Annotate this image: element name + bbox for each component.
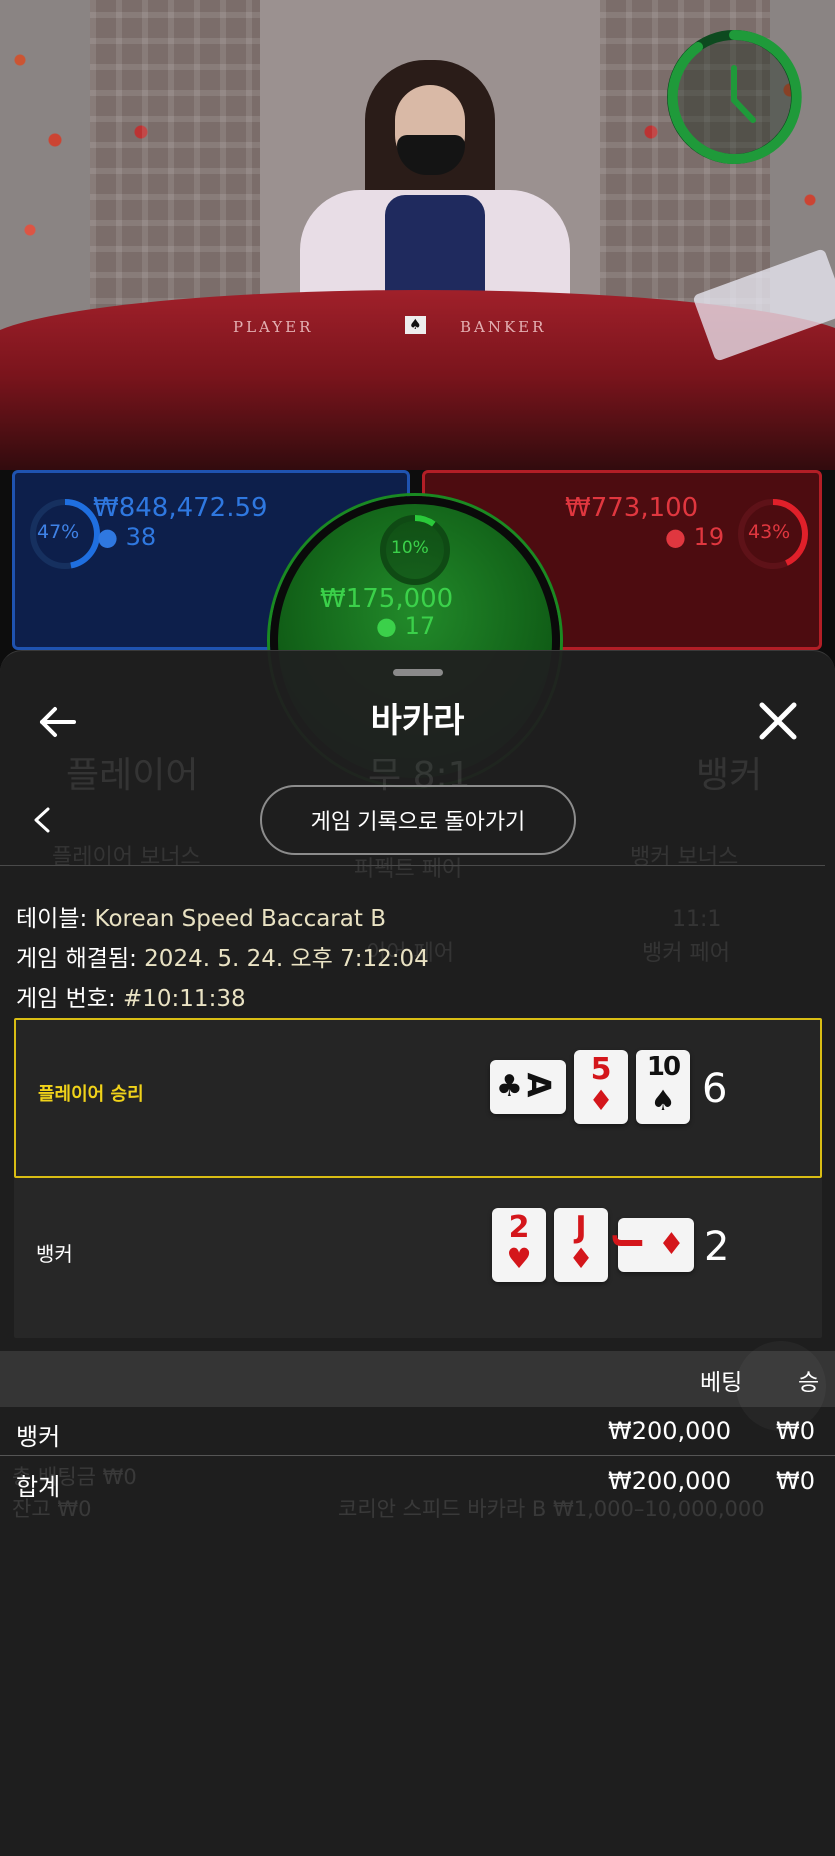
player-card-3: 10 ♠ [636,1050,690,1124]
app-root: PLAYER ♠ BANKER 47% ₩848,472.59 ● 38 43%… [0,0,835,1856]
drag-handle[interactable] [393,669,443,676]
diamond-suit-icon: ♦ [568,1242,594,1275]
felt-player-text: PLAYER [233,318,314,336]
person-icon: ● [97,523,118,551]
lattice-screen-left [90,0,260,330]
banker-score: 2 [704,1224,730,1270]
table-info: 테이블: Korean Speed Baccarat B [16,899,386,933]
banker-result: 뱅커 2 ♥ J ♦ J ♦ 2 [14,1178,822,1338]
banker-pot-amount: ₩773,100 [565,493,699,523]
bg-total-bet: 총 배팅금 ₩0 [12,1465,137,1489]
bg-player-label: 플레이어 [66,755,199,796]
person-icon: ● [665,523,686,551]
bets-row-bet: ₩200,000 [608,1467,731,1495]
player-card-2-rank: 5 [590,1052,612,1087]
game-number-label: 게임 번호: [16,986,124,1012]
bets-row-label: 뱅커 [16,1423,61,1451]
resolved-info-label: 게임 해결됨: [16,946,145,972]
diamond-suit-icon: ♦ [588,1084,614,1117]
player-pot-count: 38 [125,523,157,551]
tie-percent: 10% [391,538,429,558]
bg-perfect-pair: 퍼펙트 페어 [354,857,463,882]
bg-table-limits: 코리안 스피드 바카라 B ₩1,000–10,000,000 [338,1497,765,1521]
resolved-info: 게임 해결됨: 2024. 5. 24. 오후 7:12:04 [16,939,429,973]
bg-banker-label: 뱅커 [696,755,763,796]
person-icon: ● [376,612,397,640]
close-icon[interactable] [756,699,800,743]
player-card-1: ♣ A [490,1060,566,1114]
bg-banker-bonus: 뱅커 보너스 [630,845,739,870]
bg-balance: 잔고 ₩0 [12,1497,92,1521]
player-pot-amount: ₩848,472.59 [93,493,268,523]
bets-row-win: ₩0 [776,1467,815,1495]
felt-card-icon: ♠ [405,316,426,334]
tie-pot-amount: ₩175,000 [320,584,454,614]
banker-card-2-rank: J [575,1210,587,1245]
tie-pot-count-wrap: ● 17 [376,612,435,640]
bg-banker-pair-odds: 11:1 [672,907,722,932]
header-divider [0,865,825,866]
bg-player-bonus: 플레이어 보너스 [52,845,201,870]
player-card-3-rank: 10 [646,1052,681,1082]
bets-table-header: 베팅 승 [0,1351,835,1407]
bets-row-divider [0,1455,835,1456]
game-number-info: 게임 번호: #10:11:38 [16,979,246,1013]
diamond-suit-icon: ♦ [658,1227,685,1262]
banker-card-2: J ♦ [554,1208,608,1282]
player-card-1-rank: A [519,1072,558,1098]
chevron-left-icon[interactable] [30,805,54,835]
table-info-value: Korean Speed Baccarat B [94,906,386,932]
bg-banker-pair: 뱅커 페어 [642,941,730,966]
banker-result-label: 뱅커 [36,1242,73,1266]
game-number-value: #10:11:38 [123,986,246,1012]
banker-pot-count-wrap: ● 19 [665,523,724,551]
banker-card-3: J ♦ [611,1218,694,1272]
felt-banker-text: BANKER [460,318,547,336]
player-percent: 47% [37,521,80,543]
spade-suit-icon: ♠ [650,1084,676,1117]
tie-pot-count: 17 [404,612,436,640]
wall-left [0,0,90,340]
player-result: 플레이어 승리 ♣ A 5 ♦ 10 ♠ 6 [14,1018,822,1178]
bets-row-bet: ₩200,000 [608,1417,731,1445]
bets-row-banker: 뱅커 ₩200,000 ₩0 [0,1407,835,1457]
player-result-label: 플레이어 승리 [38,1084,144,1105]
resolved-info-value: 2024. 5. 24. 오후 7:12:04 [144,946,429,972]
live-video: PLAYER ♠ BANKER [0,0,835,470]
player-score: 6 [702,1066,728,1112]
dealer-vest [385,195,485,305]
back-to-history-button[interactable]: 게임 기록으로 돌아가기 [260,785,576,855]
timer-icon [667,29,802,164]
banker-card-1-rank: 2 [508,1210,530,1245]
table-info-label: 테이블: [16,906,95,932]
banker-card-3-rank: J [610,1237,649,1249]
sheet-title: 바카라 [370,701,465,741]
player-card-2: 5 ♦ [574,1050,628,1124]
game-detail-sheet: 플레이어 무 8:1 뱅커 플레이어 보너스 퍼펙트 페어 뱅커 보너스 11:… [0,650,835,1856]
player-pot-count-wrap: ● 38 [97,523,156,551]
bet-area: 47% ₩848,472.59 ● 38 43% ₩773,100 ● 19 1… [0,470,835,786]
heart-suit-icon: ♥ [506,1242,532,1275]
bg-menu-button [736,1341,826,1431]
banker-card-1: 2 ♥ [492,1208,546,1282]
banker-pot-count: 19 [693,523,725,551]
banker-percent: 43% [748,521,791,543]
